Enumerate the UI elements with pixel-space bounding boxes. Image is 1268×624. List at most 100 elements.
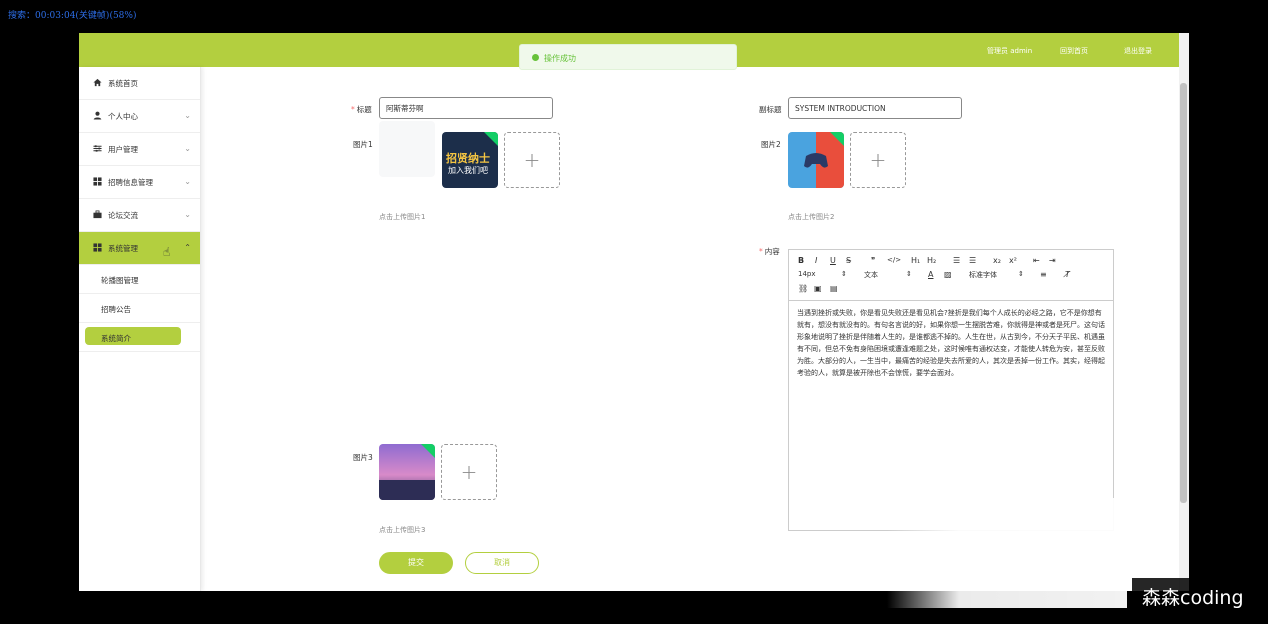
sidebar-subitem-system-intro[interactable]: 系统简介 <box>79 323 200 352</box>
pic2-label: 图片2 <box>761 140 781 149</box>
gamepad-icon <box>804 153 828 168</box>
sidebar-subitem-label: 轮播图管理 <box>101 276 139 285</box>
sidebar-subitem-announcement[interactable]: 招聘公告 <box>79 294 200 323</box>
plus-icon: + <box>460 460 478 484</box>
scrollbar-thumb[interactable] <box>1180 83 1187 503</box>
sidebar-item-label: 系统首页 <box>108 79 138 88</box>
indent-icon[interactable]: ⇥ <box>1049 256 1056 265</box>
superscript-icon[interactable]: x² <box>1009 256 1017 265</box>
pic1-thumb-subtext: 加入我们吧 <box>448 166 488 175</box>
background-color-icon[interactable]: ▨ <box>944 270 952 279</box>
title-label: * 标题 <box>351 105 372 114</box>
text-color-icon[interactable]: A <box>928 270 933 279</box>
subtitle-label: 副标题 <box>759 105 782 114</box>
ordered-list-icon[interactable]: ☰ <box>953 256 960 265</box>
vertical-scrollbar[interactable] <box>1179 33 1189 591</box>
font-family-select[interactable]: 标准字体 <box>969 270 997 280</box>
italic-icon[interactable]: I <box>815 256 817 265</box>
home-icon <box>93 78 102 87</box>
grid-icon <box>93 177 102 186</box>
pic2-upload-button[interactable]: + <box>850 132 906 188</box>
search-status-text: 搜索：00:03:04(关键帧)(58%) <box>8 11 137 21</box>
sidebar-item-label: 论坛交流 <box>108 211 138 220</box>
sidebar-subitem-label: 系统简介 <box>101 334 131 343</box>
plus-icon: + <box>869 148 887 172</box>
submit-button[interactable]: 提交 <box>379 552 453 574</box>
align-icon[interactable]: ≡ <box>1040 270 1047 279</box>
grid-icon <box>93 243 102 252</box>
sidebar-item-home[interactable]: 系统首页 <box>79 67 200 100</box>
sidebar-item-label: 个人中心 <box>108 112 138 121</box>
pic3-hint: 点击上传图片3 <box>379 526 426 534</box>
pic2-hint: 点击上传图片2 <box>788 213 835 221</box>
editor-content[interactable]: 当遇到挫折或失败，你是看见失败还是看见机会?挫折是我们每个人成长的必经之路，它不… <box>797 307 1107 379</box>
uploaded-check-icon <box>830 132 844 146</box>
chevron-up-icon: ⌃ <box>184 243 191 252</box>
sidebar-subitem-label: 招聘公告 <box>101 305 131 314</box>
subtitle-input[interactable] <box>788 97 962 119</box>
sidebar-item-label: 系统管理 <box>108 244 138 253</box>
strike-icon[interactable]: S̶ <box>846 256 851 265</box>
pic3-skyline <box>379 480 435 500</box>
home-link[interactable]: 回到首页 <box>1060 46 1088 56</box>
sidebar-subitem-carousel[interactable]: 轮播图管理 <box>79 265 200 294</box>
pic1-thumb-text: 招贤纳士 <box>446 152 490 165</box>
pic1-upload-button[interactable]: + <box>504 132 560 188</box>
blockquote-icon[interactable]: ❞ <box>871 256 875 265</box>
sidebar-item-forum[interactable]: 论坛交流 ⌄ <box>79 199 200 232</box>
sidebar-item-label: 招聘信息管理 <box>108 178 153 187</box>
pic1-hint: 点击上传图片1 <box>379 213 426 221</box>
sidebar-item-recruit-info[interactable]: 招聘信息管理 ⌄ <box>79 166 200 199</box>
sidebar-item-label: 用户管理 <box>108 145 138 154</box>
code-icon[interactable]: </> <box>887 256 901 264</box>
user-icon <box>93 111 102 120</box>
success-toast: 操作成功 <box>519 44 737 70</box>
video-icon[interactable]: ▤ <box>830 284 838 293</box>
chevron-down-icon: ⌄ <box>184 111 191 120</box>
plus-icon: + <box>523 148 541 172</box>
pic1-faded-preview <box>379 121 435 177</box>
success-icon <box>532 54 539 61</box>
pic3-label: 图片3 <box>353 453 373 462</box>
content-label: * 内容 <box>759 247 780 256</box>
title-input[interactable] <box>379 97 553 119</box>
cancel-button[interactable]: 取消 <box>465 552 539 574</box>
watermark-glow <box>887 498 1127 608</box>
paragraph-select[interactable]: 文本 <box>864 270 878 280</box>
image-icon[interactable]: ▣ <box>814 284 822 293</box>
pic1-thumbnail[interactable]: 招贤纳士 加入我们吧 <box>442 132 498 188</box>
toast-message: 操作成功 <box>544 54 576 63</box>
chevron-updown-icon: ⇕ <box>1018 270 1024 278</box>
chevron-down-icon: ⌄ <box>184 144 191 153</box>
underline-icon[interactable]: U <box>830 256 836 265</box>
heading2-icon[interactable]: H₂ <box>927 256 936 265</box>
uploaded-check-icon <box>421 444 435 458</box>
heading1-icon[interactable]: H₁ <box>911 256 920 265</box>
sidebar-item-system-management[interactable]: 系统管理 ⌃ <box>79 232 200 265</box>
chevron-down-icon: ⌄ <box>184 177 191 186</box>
briefcase-icon <box>93 210 102 219</box>
admin-label: 管理员 admin <box>987 47 1033 55</box>
chevron-updown-icon: ⇕ <box>841 270 847 278</box>
sidebar-item-user-management[interactable]: 用户管理 ⌄ <box>79 133 200 166</box>
outdent-icon[interactable]: ⇤ <box>1033 256 1040 265</box>
mouse-pointer-icon: ☝ <box>163 245 171 259</box>
uploaded-check-icon <box>484 132 498 146</box>
sidebar: 系统首页 个人中心 ⌄ 用户管理 ⌄ 招聘信息管理 ⌄ 论坛交流 ⌄ 系统管理 … <box>79 67 201 591</box>
bold-icon[interactable]: B <box>798 256 804 265</box>
chevron-updown-icon: ⇕ <box>906 270 912 278</box>
sliders-icon <box>93 144 102 153</box>
font-size-select[interactable]: 14px <box>798 270 816 278</box>
pic1-label: 图片1 <box>353 140 373 149</box>
active-highlight <box>85 327 181 345</box>
subscript-icon[interactable]: x₂ <box>993 256 1001 265</box>
sidebar-item-personal-center[interactable]: 个人中心 ⌄ <box>79 100 200 133</box>
clear-format-icon[interactable]: T̸ <box>1065 270 1070 279</box>
logout-link[interactable]: 退出登录 <box>1124 46 1152 56</box>
pic3-thumbnail[interactable] <box>379 444 435 500</box>
rich-text-editor[interactable]: B I U S̶ ❞ </> H₁ H₂ ☰ ☰ x₂ x² ⇤ ⇥ 14px … <box>788 249 1114 531</box>
pic2-thumbnail[interactable] <box>788 132 844 188</box>
pic3-upload-button[interactable]: + <box>441 444 497 500</box>
bullet-list-icon[interactable]: ☰ <box>969 256 976 265</box>
link-icon[interactable]: ⛓ <box>798 284 808 293</box>
